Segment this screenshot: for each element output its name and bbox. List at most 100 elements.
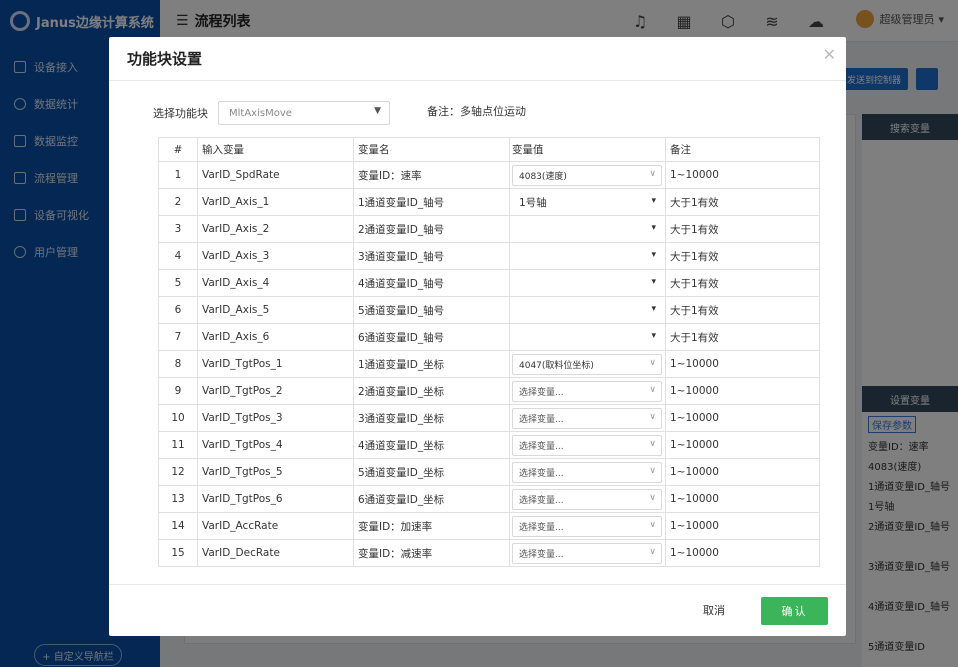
input-variable: VarID_SpdRate (197, 161, 354, 189)
row-note: 大于1有效 (665, 188, 820, 216)
row-index: 13 (158, 485, 198, 513)
block-remark: 备注：多轴点位运动 (427, 105, 526, 118)
chevron-down-icon: ∨ (649, 546, 656, 557)
table-row: 4 VarID_Axis_3 3通道变量ID_轴号 ▾ 大于1有效 (158, 242, 820, 270)
variable-value-cell: 选择变量... ∨ (509, 431, 666, 459)
variable-value-select[interactable]: 4083(速度) ∨ (512, 164, 662, 186)
variable-value-cell: 4083(速度) ∨ (509, 161, 666, 189)
function-block-dialog: 功能块设置 ✕ 选择功能块 MltAxisMove ▼ 备注：多轴点位运动 # … (109, 37, 846, 636)
variable-value-cell: ▾ (509, 269, 666, 297)
cancel-button[interactable]: 取消 (703, 602, 725, 618)
variable-value-select[interactable]: 选择变量... ∨ (512, 434, 662, 456)
input-variable: VarID_TgtPos_4 (197, 431, 354, 459)
table-row: 8 VarID_TgtPos_1 1通道变量ID_坐标 4047(取料位坐标) ∨ 1~1… (158, 350, 820, 378)
variable-value-select[interactable]: 选择变量... ∨ (512, 542, 662, 564)
row-index: 6 (158, 296, 198, 324)
table-row: 9 VarID_TgtPos_2 2通道变量ID_坐标 选择变量... ∨ 1~10000 (158, 377, 820, 405)
input-variable: VarID_TgtPos_3 (197, 404, 354, 432)
variable-value-select[interactable]: ▾ (512, 300, 662, 321)
variable-value-select[interactable]: 选择变量... ∨ (512, 380, 662, 402)
variable-value-select[interactable]: 选择变量... ∨ (512, 515, 662, 537)
row-index: 15 (158, 539, 198, 567)
chevron-down-icon: ▾ (651, 195, 656, 206)
variable-name: 5通道变量ID_轴号 (353, 296, 510, 324)
variable-name: 4通道变量ID_坐标 (353, 431, 510, 459)
table-row: 5 VarID_Axis_4 4通道变量ID_轴号 ▾ 大于1有效 (158, 269, 820, 297)
variable-name: 1通道变量ID_坐标 (353, 350, 510, 378)
confirm-button[interactable]: 确认 (761, 597, 828, 625)
variable-value-select[interactable]: 选择变量... ∨ (512, 488, 662, 510)
row-index: 3 (158, 215, 198, 243)
chevron-down-icon: ∨ (649, 168, 656, 179)
variable-value-select[interactable]: ▾ (512, 219, 662, 240)
input-variable: VarID_TgtPos_2 (197, 377, 354, 405)
select-value: 选择变量... (519, 495, 564, 506)
variable-name: 2通道变量ID_坐标 (353, 377, 510, 405)
variable-value-cell: ▾ (509, 296, 666, 324)
row-note: 1~10000 (665, 404, 820, 432)
chevron-down-icon: ∨ (649, 411, 656, 422)
select-value: 选择变量... (519, 468, 564, 479)
variable-name: 3通道变量ID_轴号 (353, 242, 510, 270)
variable-value-cell: 选择变量... ∨ (509, 512, 666, 540)
chevron-down-icon: ▼ (374, 106, 381, 116)
row-index: 11 (158, 431, 198, 459)
row-index: 10 (158, 404, 198, 432)
table-row: 10 VarID_TgtPos_3 3通道变量ID_坐标 选择变量... ∨ 1~1000… (158, 404, 820, 432)
variable-value-select[interactable]: ▾ (512, 327, 662, 348)
variable-name: 5通道变量ID_坐标 (353, 458, 510, 486)
variable-name: 6通道变量ID_轴号 (353, 323, 510, 351)
row-note: 大于1有效 (665, 296, 820, 324)
chevron-down-icon: ∨ (649, 384, 656, 395)
table-row: 6 VarID_Axis_5 5通道变量ID_轴号 ▾ 大于1有效 (158, 296, 820, 324)
select-value: 选择变量... (519, 441, 564, 452)
function-block-select[interactable]: MltAxisMove ▼ (218, 101, 390, 125)
variable-value-select[interactable]: ▾ (512, 246, 662, 267)
column-header: 变量值 (509, 137, 666, 162)
row-note: 1~10000 (665, 377, 820, 405)
variable-name: 变量ID：加速率 (353, 512, 510, 540)
variable-value-cell: 选择变量... ∨ (509, 539, 666, 567)
row-index: 5 (158, 269, 198, 297)
row-index: 14 (158, 512, 198, 540)
table-row: 2 VarID_Axis_1 1通道变量ID_轴号 1号轴 ▾ 大于1有效 (158, 188, 820, 216)
table-row: 15 VarID_DecRate 变量ID：减速率 选择变量... ∨ 1~10000 (158, 539, 820, 567)
variable-value-select[interactable]: 4047(取料位坐标) ∨ (512, 353, 662, 375)
variable-value-cell: 选择变量... ∨ (509, 404, 666, 432)
row-index: 4 (158, 242, 198, 270)
close-icon[interactable]: ✕ (823, 45, 836, 64)
variable-value-select[interactable]: 选择变量... ∨ (512, 407, 662, 429)
variable-value-cell: ▾ (509, 215, 666, 243)
select-value: 4047(取料位坐标) (519, 360, 594, 371)
select-value: 1号轴 (519, 196, 547, 209)
column-header: # (158, 137, 198, 162)
select-value: 选择变量... (519, 549, 564, 560)
row-note: 1~10000 (665, 350, 820, 378)
input-variable: VarID_DecRate (197, 539, 354, 567)
row-index: 1 (158, 161, 198, 189)
select-value: 选择变量... (519, 414, 564, 425)
input-variable: VarID_TgtPos_5 (197, 458, 354, 486)
variable-name: 2通道变量ID_轴号 (353, 215, 510, 243)
variable-value-cell: 选择变量... ∨ (509, 485, 666, 513)
variable-value-select[interactable]: 1号轴 ▾ (512, 192, 662, 213)
table-header-row: # 输入变量 变量名 变量值 备注 (158, 137, 820, 162)
variable-name: 变量ID：减速率 (353, 539, 510, 567)
input-variable: VarID_Axis_2 (197, 215, 354, 243)
variable-value-cell: ▾ (509, 323, 666, 351)
variable-value-select[interactable]: ▾ (512, 273, 662, 294)
input-variable: VarID_AccRate (197, 512, 354, 540)
table-row: 14 VarID_AccRate 变量ID：加速率 选择变量... ∨ 1~10000 (158, 512, 820, 540)
input-variable: VarID_Axis_6 (197, 323, 354, 351)
variable-value-cell: 选择变量... ∨ (509, 377, 666, 405)
select-value: 4083(速度) (519, 171, 567, 182)
chevron-down-icon: ∨ (649, 519, 656, 530)
input-variable: VarID_TgtPos_1 (197, 350, 354, 378)
dialog-footer: 取消 确认 (109, 584, 846, 636)
variable-value-select[interactable]: 选择变量... ∨ (512, 461, 662, 483)
dialog-title: 功能块设置 (127, 50, 203, 68)
table-row: 7 VarID_Axis_6 6通道变量ID_轴号 ▾ 大于1有效 (158, 323, 820, 351)
row-note: 大于1有效 (665, 269, 820, 297)
row-index: 8 (158, 350, 198, 378)
select-value: 选择变量... (519, 387, 564, 398)
